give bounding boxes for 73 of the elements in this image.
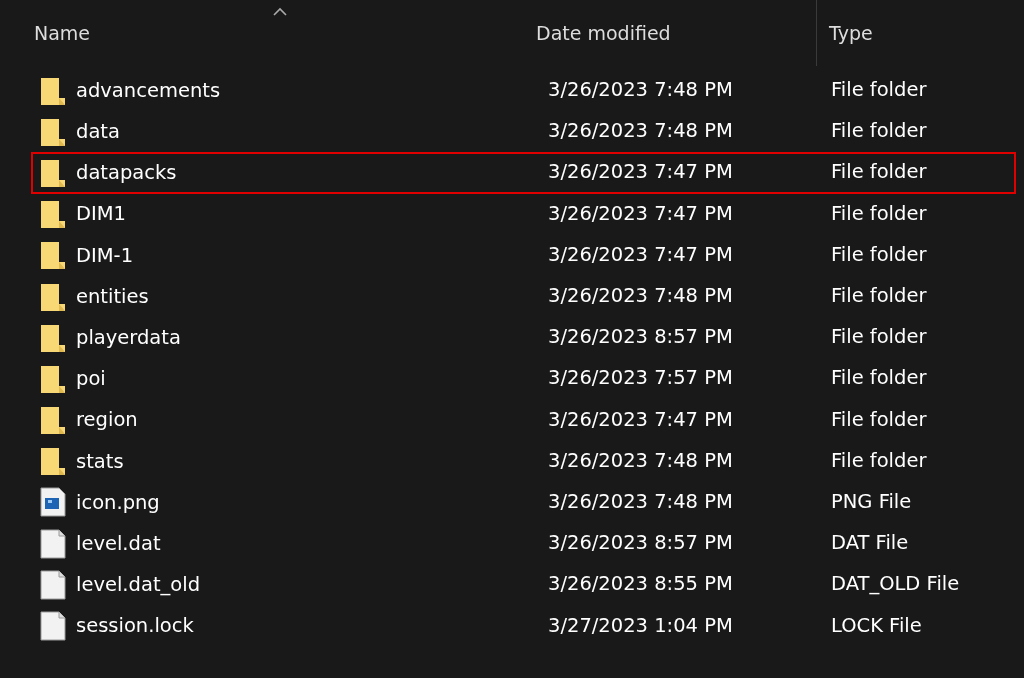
file-row[interactable]: data 3/26/2023 7:48 PM File folder bbox=[31, 111, 1016, 153]
file-row[interactable]: level.dat_old 3/26/2023 8:55 PM DAT_OLD File bbox=[31, 564, 1016, 606]
file-type: PNG File bbox=[831, 489, 912, 513]
date-modified: 3/26/2023 7:47 PM bbox=[548, 160, 733, 184]
date-modified: 3/26/2023 7:47 PM bbox=[548, 201, 733, 225]
file-name: icon.png bbox=[76, 490, 160, 515]
folder-icon bbox=[40, 363, 66, 394]
file-row[interactable]: DIM1 3/26/2023 7:47 PM File folder bbox=[31, 193, 1016, 235]
file-name: session.lock bbox=[76, 614, 194, 638]
file-type: LOCK File bbox=[831, 613, 922, 637]
file-name: level.dat bbox=[76, 531, 161, 556]
file-type: File folder bbox=[831, 407, 927, 431]
file-name: DIM1 bbox=[76, 202, 126, 226]
file-row[interactable]: icon.png 3/26/2023 7:48 PM PNG File bbox=[31, 481, 1016, 524]
date-modified: 3/26/2023 7:48 PM bbox=[548, 284, 733, 308]
date-modified: 3/26/2023 7:47 PM bbox=[548, 242, 733, 266]
file-name: datapacks bbox=[76, 161, 177, 185]
folder-icon bbox=[40, 281, 66, 312]
date-modified: 3/26/2023 8:57 PM bbox=[548, 325, 733, 349]
folder-icon bbox=[40, 157, 66, 188]
file-row[interactable]: entities 3/26/2023 7:48 PM File folder bbox=[31, 275, 1016, 318]
file-type: DAT_OLD File bbox=[831, 572, 960, 596]
file-row[interactable]: region 3/26/2023 7:47 PM File folder bbox=[31, 399, 1016, 441]
file-type: File folder bbox=[831, 201, 927, 225]
folder-icon bbox=[40, 75, 66, 106]
file-row[interactable]: level.dat 3/26/2023 8:57 PM DAT File bbox=[31, 523, 1016, 565]
file-type: File folder bbox=[831, 366, 927, 390]
file-name: level.dat_old bbox=[76, 573, 201, 597]
file-type: File folder bbox=[831, 119, 927, 143]
file-type: DAT File bbox=[831, 531, 909, 555]
date-modified: 3/26/2023 7:48 PM bbox=[548, 78, 733, 102]
column-header[interactable]: Type bbox=[816, 0, 1016, 66]
date-modified: 3/26/2023 7:48 PM bbox=[548, 489, 733, 513]
column-header[interactable]: Date modified bbox=[533, 0, 816, 66]
file-type: File folder bbox=[831, 242, 927, 266]
date-modified: 3/26/2023 7:48 PM bbox=[548, 448, 733, 472]
file-icon bbox=[40, 528, 66, 559]
highlighted-file-row[interactable]: datapacks 3/26/2023 7:47 PM File folder bbox=[31, 152, 1016, 194]
folder-icon bbox=[40, 199, 66, 230]
file-name: advancements bbox=[76, 78, 221, 103]
file-name: poi bbox=[76, 367, 106, 391]
file-icon bbox=[40, 569, 66, 600]
file-row[interactable]: playerdata 3/26/2023 8:57 PM File folder bbox=[31, 317, 1016, 359]
file-type: File folder bbox=[831, 160, 927, 184]
folder-icon bbox=[40, 405, 66, 436]
column-header[interactable]: Name bbox=[31, 0, 533, 66]
date-modified: 3/26/2023 7:47 PM bbox=[548, 407, 733, 431]
file-type: File folder bbox=[831, 78, 927, 102]
file-name: entities bbox=[76, 284, 149, 309]
file-type: File folder bbox=[831, 448, 927, 472]
date-modified: 3/26/2023 8:55 PM bbox=[548, 572, 733, 596]
folder-icon bbox=[40, 446, 66, 477]
image-file-icon bbox=[40, 487, 66, 518]
file-row[interactable]: session.lock 3/27/2023 1:04 PM LOCK File bbox=[31, 605, 1016, 647]
file-name: DIM-1 bbox=[76, 243, 134, 268]
file-name: region bbox=[76, 408, 138, 432]
folder-icon bbox=[40, 240, 66, 271]
date-modified: 3/26/2023 7:48 PM bbox=[548, 119, 733, 143]
date-modified: 3/27/2023 1:04 PM bbox=[548, 613, 733, 637]
date-modified: 3/26/2023 7:57 PM bbox=[548, 366, 733, 390]
file-name: playerdata bbox=[76, 326, 181, 350]
file-name: data bbox=[76, 120, 120, 144]
file-name: stats bbox=[76, 449, 124, 473]
date-modified: 3/26/2023 8:57 PM bbox=[548, 531, 733, 555]
file-row[interactable]: stats 3/26/2023 7:48 PM File folder bbox=[31, 440, 1016, 482]
folder-icon bbox=[40, 116, 66, 147]
file-row[interactable]: advancements 3/26/2023 7:48 PM File folder bbox=[31, 70, 1016, 112]
file-row[interactable]: poi 3/26/2023 7:57 PM File folder bbox=[31, 358, 1016, 400]
folder-icon bbox=[40, 322, 66, 353]
file-type: File folder bbox=[831, 325, 927, 349]
file-type: File folder bbox=[831, 284, 927, 308]
file-icon bbox=[40, 611, 66, 642]
file-row[interactable]: DIM-1 3/26/2023 7:47 PM File folder bbox=[31, 234, 1016, 276]
